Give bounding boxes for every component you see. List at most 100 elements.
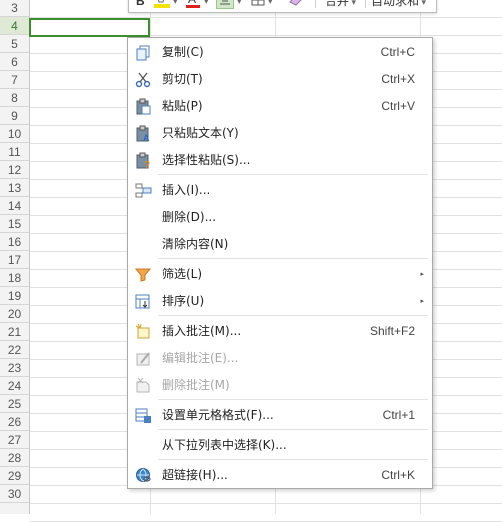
filter-icon — [134, 266, 152, 283]
clear-format-button[interactable] — [287, 0, 305, 9]
menu-item-d-6[interactable]: 删除(D)... — [128, 204, 432, 230]
row-header-10[interactable]: 10 — [0, 125, 29, 143]
menu-item-shortcut: Ctrl+1 — [382, 408, 415, 422]
align-center-icon — [220, 0, 230, 5]
merge-button[interactable]: 合并 ▾ — [325, 0, 356, 9]
row-header-14[interactable]: 14 — [0, 197, 29, 215]
menu-item-shortcut: Ctrl+V — [381, 99, 415, 113]
row-header-24[interactable]: 24 — [0, 377, 29, 395]
menu-item-label: 编辑批注(E)... — [162, 351, 239, 365]
menu-item-label: 从下拉列表中选择(K)... — [162, 438, 287, 452]
auto-sum-button[interactable]: 自动求和 ▾ — [371, 0, 426, 9]
menu-separator — [158, 315, 428, 316]
row-header-12[interactable]: 12 — [0, 161, 29, 179]
menu-item-y-3[interactable]: A 只粘贴文本(Y) — [128, 120, 432, 146]
menu-item-h-15[interactable]: 超链接(H)... Ctrl+K — [128, 462, 432, 488]
font-color-dropdown-arrow[interactable]: ▾ — [204, 0, 209, 9]
menu-item-e-11: 编辑批注(E)... — [128, 345, 432, 371]
menu-item-m-10[interactable]: 插入批注(M)... Shift+F2 — [128, 318, 432, 344]
row-header-8[interactable]: 8 — [0, 89, 29, 107]
menu-item-t-1[interactable]: 剪切(T) Ctrl+X — [128, 66, 432, 92]
row-header-15[interactable]: 15 — [0, 215, 29, 233]
row-header-column: 3 4 5 6 7 8 9 10 11 12 13 14 15 16 17 18 19 20 21 22 23 24 25 2… — [0, 0, 30, 514]
menu-item-l-8[interactable]: 筛选(L) ▸ — [128, 261, 432, 287]
menu-item-label: 插入(I)... — [162, 183, 211, 197]
font-color-button[interactable]: A — [185, 0, 201, 9]
row-header-26[interactable]: 26 — [0, 413, 29, 431]
row-header-19[interactable]: 19 — [0, 287, 29, 305]
highlight-color-button[interactable] — [153, 0, 170, 9]
row-header-27[interactable]: 27 — [0, 431, 29, 449]
row-header-3[interactable]: 3 — [0, 0, 29, 17]
menu-item-k-14[interactable]: 从下拉列表中选择(K)... — [128, 432, 432, 458]
menu-item-shortcut: Ctrl+K — [381, 468, 415, 482]
menu-item-shortcut: Ctrl+X — [381, 72, 415, 86]
menu-item-shortcut: Ctrl+C — [380, 45, 415, 59]
active-cell-a4[interactable] — [29, 18, 150, 37]
row-header-11[interactable]: 11 — [0, 143, 29, 161]
row-header-30[interactable]: 30 — [0, 485, 29, 503]
toolbar-separator — [315, 0, 316, 8]
menu-item-c-0[interactable]: 复制(C) Ctrl+C — [128, 39, 432, 65]
menu-item-u-9[interactable]: 排序(U) ▸ — [128, 288, 432, 314]
menu-item-label: 删除(D)... — [162, 210, 217, 224]
row-header-20[interactable]: 20 — [0, 305, 29, 323]
menu-item-p-2[interactable]: 粘贴(P) Ctrl+V — [128, 93, 432, 119]
menu-item-s-4[interactable]: ? 选择性粘贴(S)... — [128, 147, 432, 173]
menu-separator — [158, 429, 428, 430]
context-menu: 复制(C) Ctrl+C 剪切(T) Ctrl+X 粘贴(P) Ctrl+V A 只粘贴文本(… — [127, 37, 433, 489]
auto-sum-dropdown-arrow: ▾ — [419, 0, 427, 7]
menu-item-n-7[interactable]: 清除内容(N) — [128, 231, 432, 257]
border-button[interactable] — [250, 0, 266, 9]
menu-item-label: 插入批注(M)... — [162, 324, 242, 338]
menu-item-f-13[interactable]: 设置单元格格式(F)... Ctrl+1 — [128, 402, 432, 428]
border-dropdown-arrow[interactable]: ▾ — [268, 0, 273, 9]
menu-item-label: 粘贴(P) — [162, 99, 203, 113]
svg-text:A: A — [143, 133, 150, 142]
highlight-dropdown-arrow[interactable]: ▾ — [173, 0, 178, 9]
bold-button[interactable]: B — [136, 0, 145, 9]
menu-item-label: 剪切(T) — [162, 72, 203, 86]
merge-dropdown-arrow: ▾ — [349, 0, 357, 7]
row-header-7[interactable]: 7 — [0, 71, 29, 89]
row-header-6[interactable]: 6 — [0, 53, 29, 71]
copy-icon — [135, 44, 152, 61]
auto-sum-label: 自动求和 — [371, 0, 420, 8]
row-header-25[interactable]: 25 — [0, 395, 29, 413]
menu-item-label: 排序(U) — [162, 294, 205, 308]
row-header-23[interactable]: 23 — [0, 359, 29, 377]
menu-separator — [158, 258, 428, 259]
row-header-29[interactable]: 29 — [0, 467, 29, 485]
row-header-17[interactable]: 17 — [0, 251, 29, 269]
row-header-5[interactable]: 5 — [0, 35, 29, 53]
menu-item-label: 复制(C) — [162, 45, 204, 59]
menu-item-m-12: 删除批注(M) — [128, 372, 432, 398]
menu-item-label: 选择性粘贴(S)... — [162, 153, 251, 167]
row-header-22[interactable]: 22 — [0, 341, 29, 359]
paste-special-icon: ? — [135, 152, 152, 171]
menu-separator — [158, 459, 428, 460]
edit-comment-icon — [135, 350, 152, 367]
font-color-bar — [186, 5, 200, 8]
row-header-18[interactable]: 18 — [0, 269, 29, 287]
align-dropdown-arrow[interactable]: ▾ — [237, 0, 242, 9]
submenu-arrow-icon: ▸ — [420, 297, 424, 305]
svg-text:?: ? — [144, 160, 150, 169]
row-header-28[interactable]: 28 — [0, 449, 29, 467]
menu-item-shortcut: Shift+F2 — [369, 324, 415, 338]
delete-comment-icon — [135, 377, 152, 394]
menu-item-i-5[interactable]: 插入(I)... — [128, 177, 432, 203]
row-header-21[interactable]: 21 — [0, 323, 29, 341]
border-icon — [251, 0, 265, 6]
highlighter-icon — [154, 0, 170, 8]
merge-label: 合并 — [325, 0, 350, 8]
row-header-16[interactable]: 16 — [0, 233, 29, 251]
row-header-13[interactable]: 13 — [0, 179, 29, 197]
menu-item-label: 筛选(L) — [162, 267, 203, 281]
menu-item-label: 设置单元格格式(F)... — [162, 408, 274, 422]
paste-icon — [135, 98, 152, 115]
format-cells-icon — [135, 407, 152, 424]
row-header-4[interactable]: 4 — [0, 17, 29, 35]
align-button[interactable] — [216, 0, 234, 9]
row-header-9[interactable]: 9 — [0, 107, 29, 125]
